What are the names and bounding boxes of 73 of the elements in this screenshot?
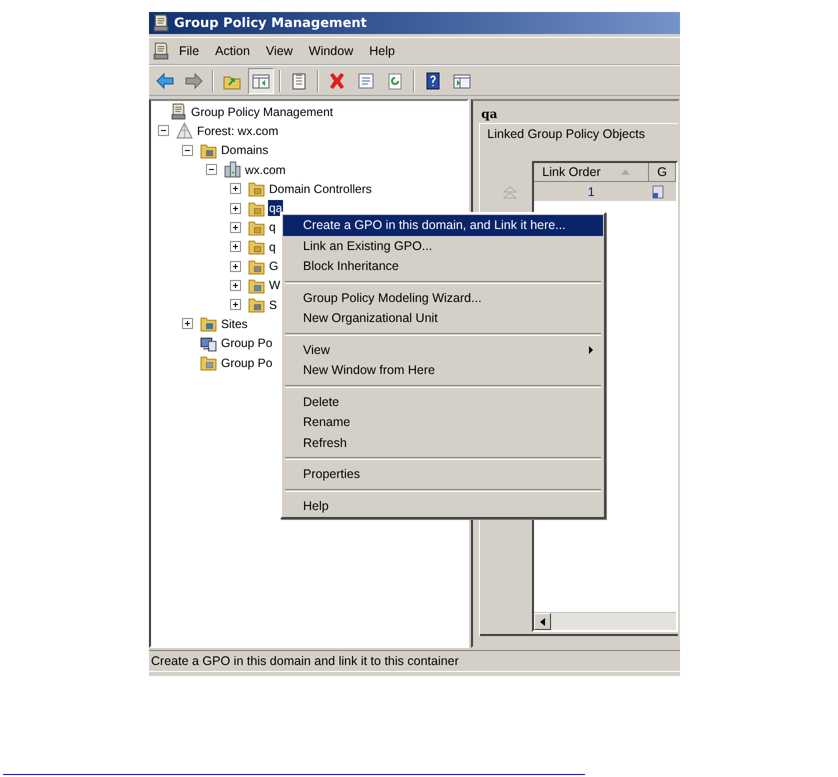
menu-item[interactable]: New Window from Here — [283, 360, 603, 380]
tree-item[interactable]: Group Po — [220, 354, 274, 370]
menu-item[interactable]: Action — [208, 44, 257, 58]
tree-item[interactable]: G — [268, 258, 280, 274]
expand-toggle[interactable] — [230, 222, 241, 233]
sort-arrow-icon — [620, 169, 630, 175]
folder-icon — [248, 218, 265, 236]
tree-item[interactable]: q — [268, 238, 277, 255]
menu-item[interactable]: View — [283, 340, 603, 360]
console-icon — [170, 103, 187, 120]
folder-icon — [248, 238, 265, 256]
menu-item[interactable]: Properties — [283, 464, 603, 484]
expand-toggle[interactable] — [182, 318, 193, 330]
tree-item[interactable]: Group Policy Management — [190, 104, 334, 120]
window-title: Group Policy Management — [174, 16, 367, 30]
console-icon[interactable] — [152, 42, 170, 60]
server-icon — [224, 161, 241, 178]
status-text: Create a GPO in this domain and link it to this container — [151, 654, 459, 668]
menu-item[interactable]: Rename — [283, 412, 603, 432]
tree-item[interactable]: qa — [268, 200, 284, 216]
folder-icon — [200, 142, 217, 159]
tree-item[interactable]: Group Po — [220, 335, 274, 352]
pane-title: qa — [480, 106, 498, 123]
folder-icon — [248, 296, 265, 314]
menu-item[interactable]: File — [172, 44, 206, 58]
menu-item[interactable]: Link an Existing GPO... — [283, 236, 603, 256]
tree-item[interactable]: Domain Controllers — [268, 180, 373, 197]
triangle-icon — [176, 122, 193, 140]
link-icon — [652, 184, 664, 198]
folder-icon — [248, 180, 265, 198]
tab[interactable]: Linked Group Policy Objects — [480, 124, 678, 147]
expand-toggle[interactable] — [230, 299, 241, 310]
menu-item[interactable]: Help — [283, 496, 603, 516]
menu-item[interactable]: Refresh — [283, 432, 603, 453]
expand-toggle[interactable] — [182, 144, 193, 156]
expand-toggle[interactable] — [230, 241, 241, 252]
folder-icon — [248, 200, 265, 217]
menu-item[interactable]: Help — [362, 44, 402, 58]
scroll-left-button[interactable] — [534, 613, 552, 630]
menu-item[interactable]: New Organizational Unit — [283, 308, 603, 328]
menu-item[interactable]: Delete — [283, 392, 603, 412]
forward-arrow-icon — [184, 70, 204, 90]
properties-icon — [356, 70, 376, 90]
delete-icon — [327, 70, 347, 90]
menu-item[interactable]: Window — [302, 44, 360, 58]
computer-icon — [200, 334, 217, 352]
folder-icon — [248, 276, 265, 294]
tree-item[interactable]: W — [268, 277, 282, 294]
folder-icon — [200, 354, 217, 371]
expand-toggle[interactable] — [206, 164, 217, 176]
tree-item[interactable]: S — [268, 296, 278, 313]
table-cell-text: 1 — [586, 184, 596, 198]
horizontal-scrollbar[interactable] — [534, 612, 676, 630]
menu-item[interactable]: View — [258, 44, 300, 58]
expand-toggle[interactable] — [230, 280, 241, 291]
expand-toggle[interactable] — [230, 260, 241, 272]
expand-toggle[interactable] — [158, 125, 169, 136]
folder-icon — [248, 258, 265, 275]
left-arrow-icon — [540, 618, 546, 626]
back-arrow-icon — [155, 70, 175, 90]
tree-item[interactable]: Forest: wx.com — [196, 122, 280, 139]
menu-item[interactable]: Group Policy Modeling Wizard... — [283, 288, 603, 308]
tree-item[interactable]: wx.com — [244, 162, 287, 178]
expand-toggle[interactable] — [230, 202, 241, 214]
menu-item[interactable]: Create a GPO in this domain, and Link it here... — [283, 215, 603, 236]
tree-item[interactable]: Domains — [220, 142, 270, 158]
console-icon — [152, 14, 170, 32]
folder-icon — [200, 315, 217, 332]
toolbar-button[interactable] — [248, 68, 274, 94]
expand-toggle[interactable] — [230, 183, 241, 194]
tree-item[interactable]: Sites — [220, 316, 249, 332]
menu-item[interactable]: Block Inheritance — [283, 256, 603, 276]
tree-item[interactable]: q — [268, 219, 277, 236]
